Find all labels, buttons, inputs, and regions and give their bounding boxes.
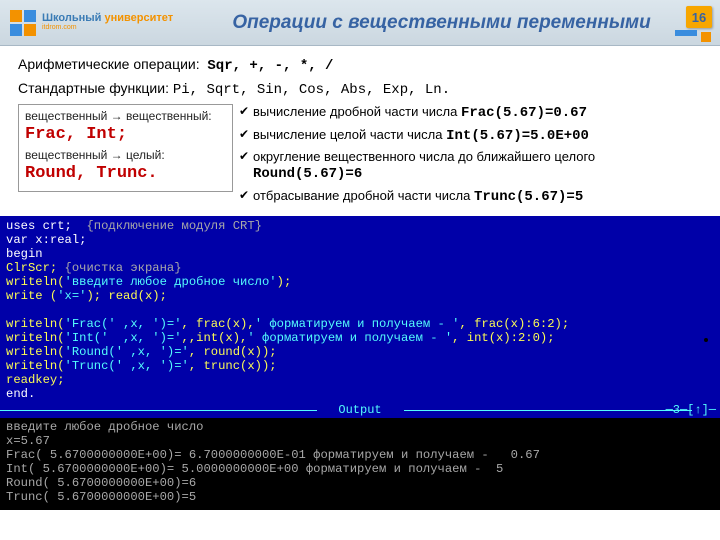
code-window: uses crt; {подключение модуля CRT} var x…	[0, 216, 720, 510]
std-line: Стандартные функции: Pi, Sqrt, Sin, Cos,…	[18, 80, 702, 98]
list-item: округление вещественного числа до ближай…	[239, 149, 702, 184]
page-title: Операции с вещественными переменными	[173, 12, 710, 34]
page-number: 16	[686, 6, 712, 28]
bullet-list: вычисление дробной части числа Frac(5.67…	[239, 104, 702, 210]
output-pane: введите любое дробное число x=5.67 Frac(…	[0, 418, 720, 510]
bullet-dot	[704, 338, 708, 342]
content: Арифметические операции: Sqr, +, -, *, /…	[0, 46, 720, 214]
logo: Школьный университет itdrom.com	[10, 10, 173, 36]
logo-text: Школьный университет itdrom.com	[42, 13, 173, 33]
list-item: вычисление дробной части числа Frac(5.67…	[239, 104, 702, 123]
list-item: отбрасывание дробной части числа Trunc(5…	[239, 188, 702, 207]
arith-line: Арифметические операции: Sqr, +, -, *, /	[18, 56, 702, 74]
header-accent	[675, 30, 715, 44]
header: Школьный университет itdrom.com Операции…	[0, 0, 720, 46]
output-separator: Output ─3─[↑]─	[0, 404, 720, 418]
list-item: вычисление целой части числа Int(5.67)=5…	[239, 127, 702, 146]
logo-icon	[10, 10, 36, 36]
type-box: вещественный → вещественный: Frac, Int; …	[18, 104, 233, 192]
code-editor: uses crt; {подключение модуля CRT} var x…	[0, 216, 720, 404]
